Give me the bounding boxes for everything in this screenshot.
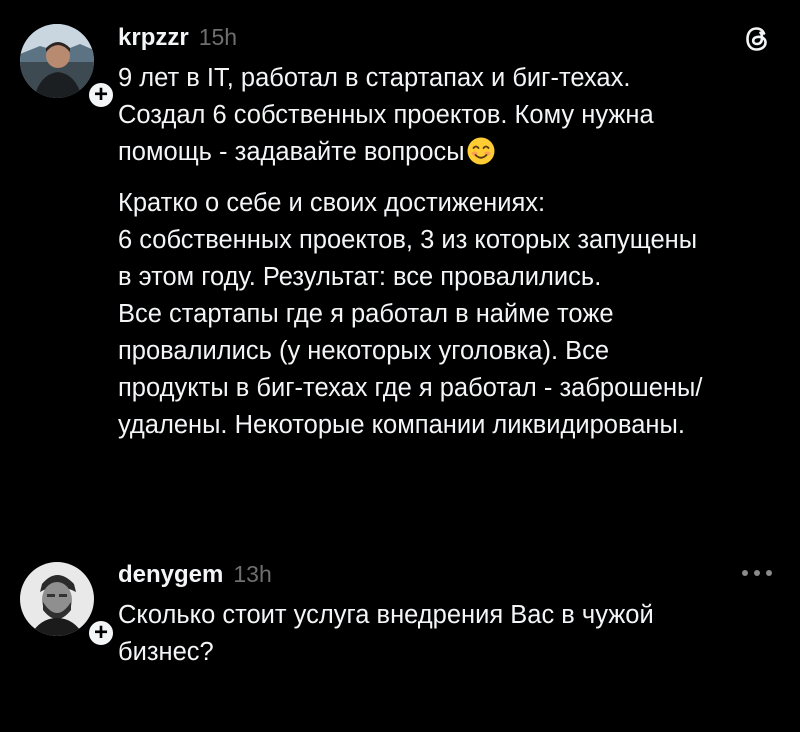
post-line: 6 собственных проектов, 3 из которых зап… — [118, 226, 698, 254]
avatar-container[interactable]: + — [20, 562, 116, 648]
post-line: Все стартапы где я работал в найме тоже — [118, 300, 614, 328]
post-line: Создал 6 собственных проектов. Кому нужн… — [118, 101, 654, 129]
post-line: 9 лет в IT, работал в стартапах и биг-те… — [118, 64, 631, 92]
avatar[interactable] — [20, 24, 94, 98]
post-line: бизнес? — [118, 638, 214, 666]
post-body: Сколько стоит услуга внедрения Вас в чуж… — [118, 597, 788, 671]
post-line: помощь - задавайте вопросы — [118, 138, 465, 166]
post-header: krpzzr 15h — [118, 24, 237, 52]
timestamp: 13h — [233, 561, 272, 587]
post-line: удалены. Некоторые компании ликвидирован… — [118, 411, 685, 439]
timestamp: 15h — [198, 24, 238, 50]
post-line: провалились (у некоторых уголовка). Все — [118, 337, 610, 365]
threads-logo-icon[interactable] — [742, 24, 772, 54]
post-paragraph: 9 лет в IT, работал в стартапах и биг-те… — [118, 60, 788, 171]
post-line: Кратко о себе и своих достижениях: — [118, 189, 546, 217]
post-paragraph: Сколько стоит услуга внедрения Вас в чуж… — [118, 597, 788, 671]
post-body: 9 лет в IT, работал в стартапах и биг-те… — [118, 60, 788, 444]
post-line: Сколько стоит услуга внедрения Вас в чуж… — [118, 601, 654, 629]
username[interactable]: krpzzr — [118, 24, 189, 52]
post-header: denygem 13h — [118, 561, 272, 589]
smiling-face-icon — [467, 137, 495, 165]
follow-button[interactable]: + — [86, 80, 116, 110]
post-paragraph: Кратко о себе и своих достижениях: 6 соб… — [118, 185, 788, 444]
username[interactable]: denygem — [118, 561, 223, 589]
follow-button[interactable]: + — [86, 618, 116, 648]
avatar-container[interactable]: + — [20, 24, 116, 110]
post-line: в этом году. Результат: все провалились. — [118, 263, 602, 291]
more-options-icon[interactable] — [740, 568, 774, 578]
avatar[interactable] — [20, 562, 94, 636]
post-line: продукты в биг-техах где я работал - заб… — [118, 374, 703, 402]
